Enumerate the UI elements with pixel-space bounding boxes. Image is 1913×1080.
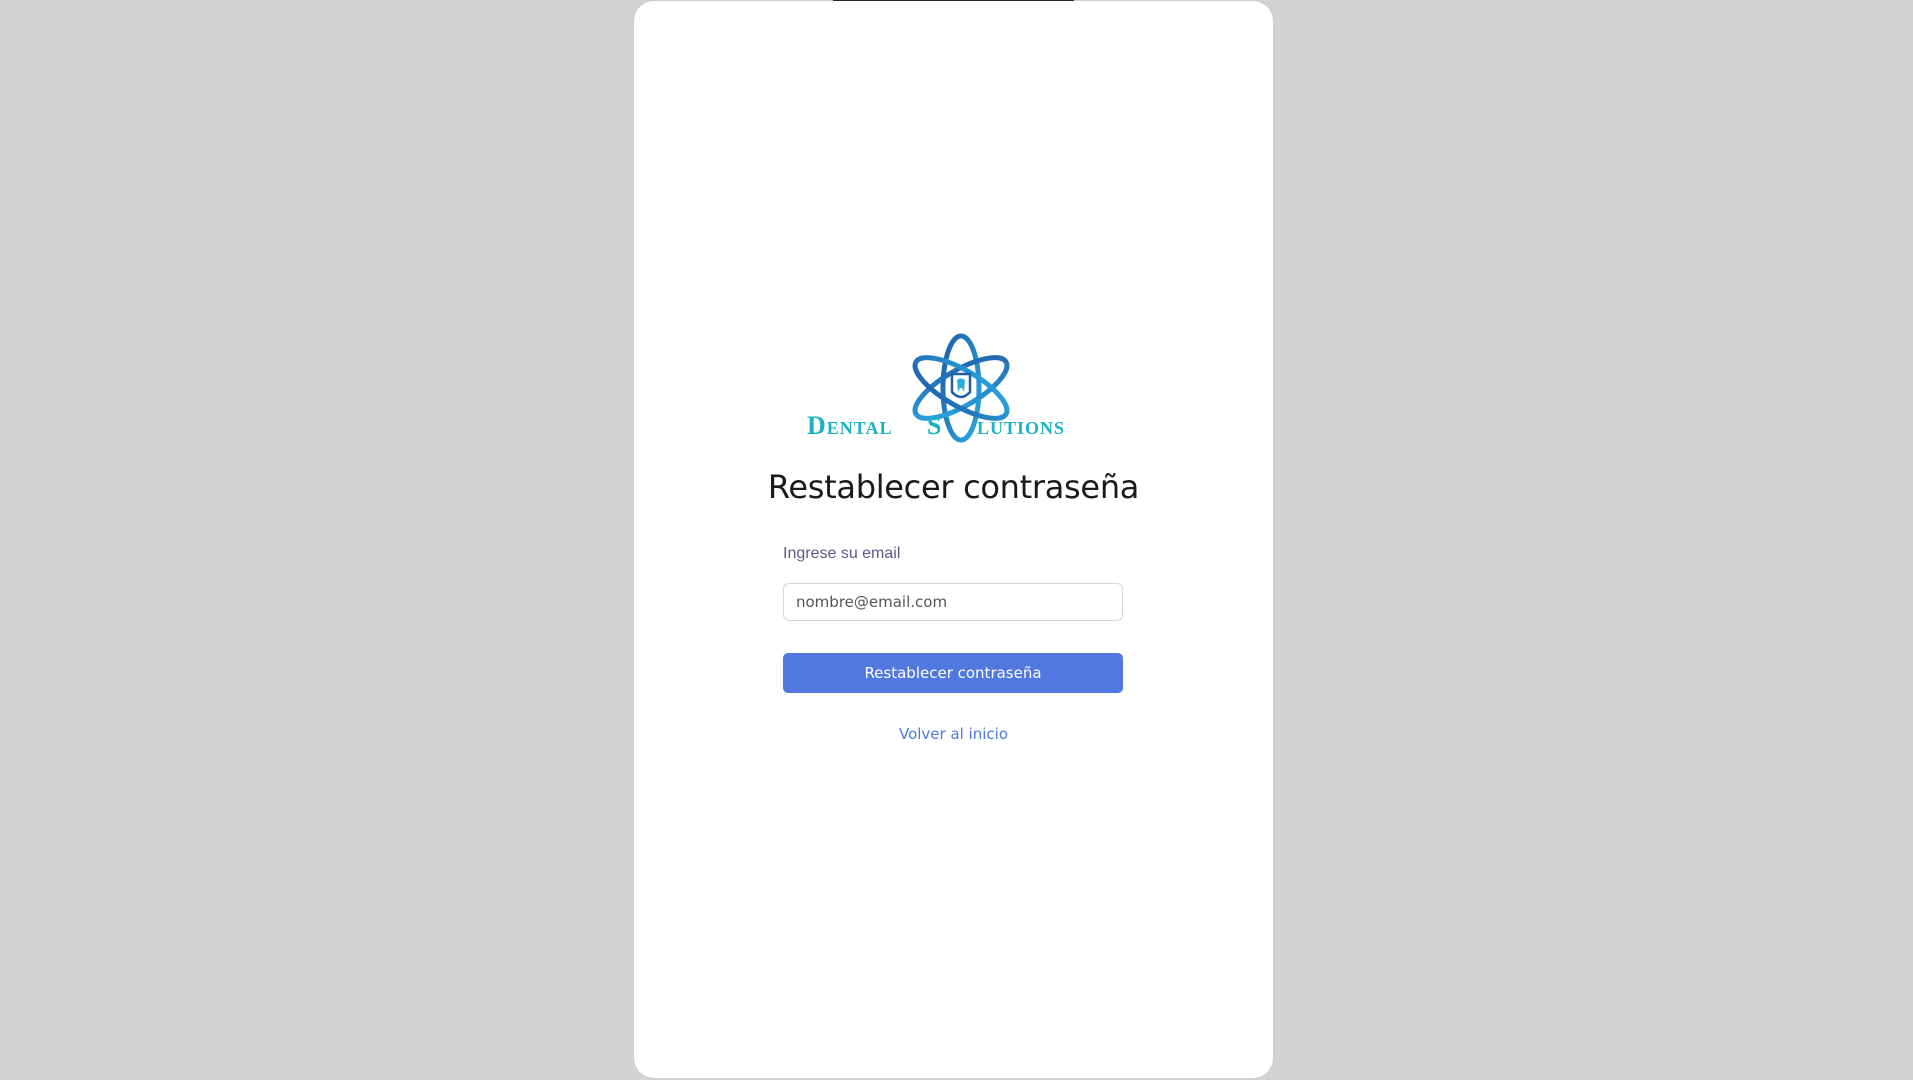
tooth-shield-icon [950,372,972,399]
back-to-home-link[interactable]: Volver al inicio [634,725,1273,743]
reset-password-card [634,1,1273,1078]
logo-text-right: lutions [977,411,1065,440]
page-title: Restablecer contraseña [767,468,1140,506]
email-input[interactable] [783,583,1123,621]
logo-text-left: Dental [807,411,892,440]
reset-password-button[interactable]: Restablecer contraseña [783,653,1123,693]
dental-solutions-logo: Dental S lutions [807,333,1065,443]
email-label: Ingrese su email [783,545,901,562]
logo-text-s: S [927,411,941,440]
